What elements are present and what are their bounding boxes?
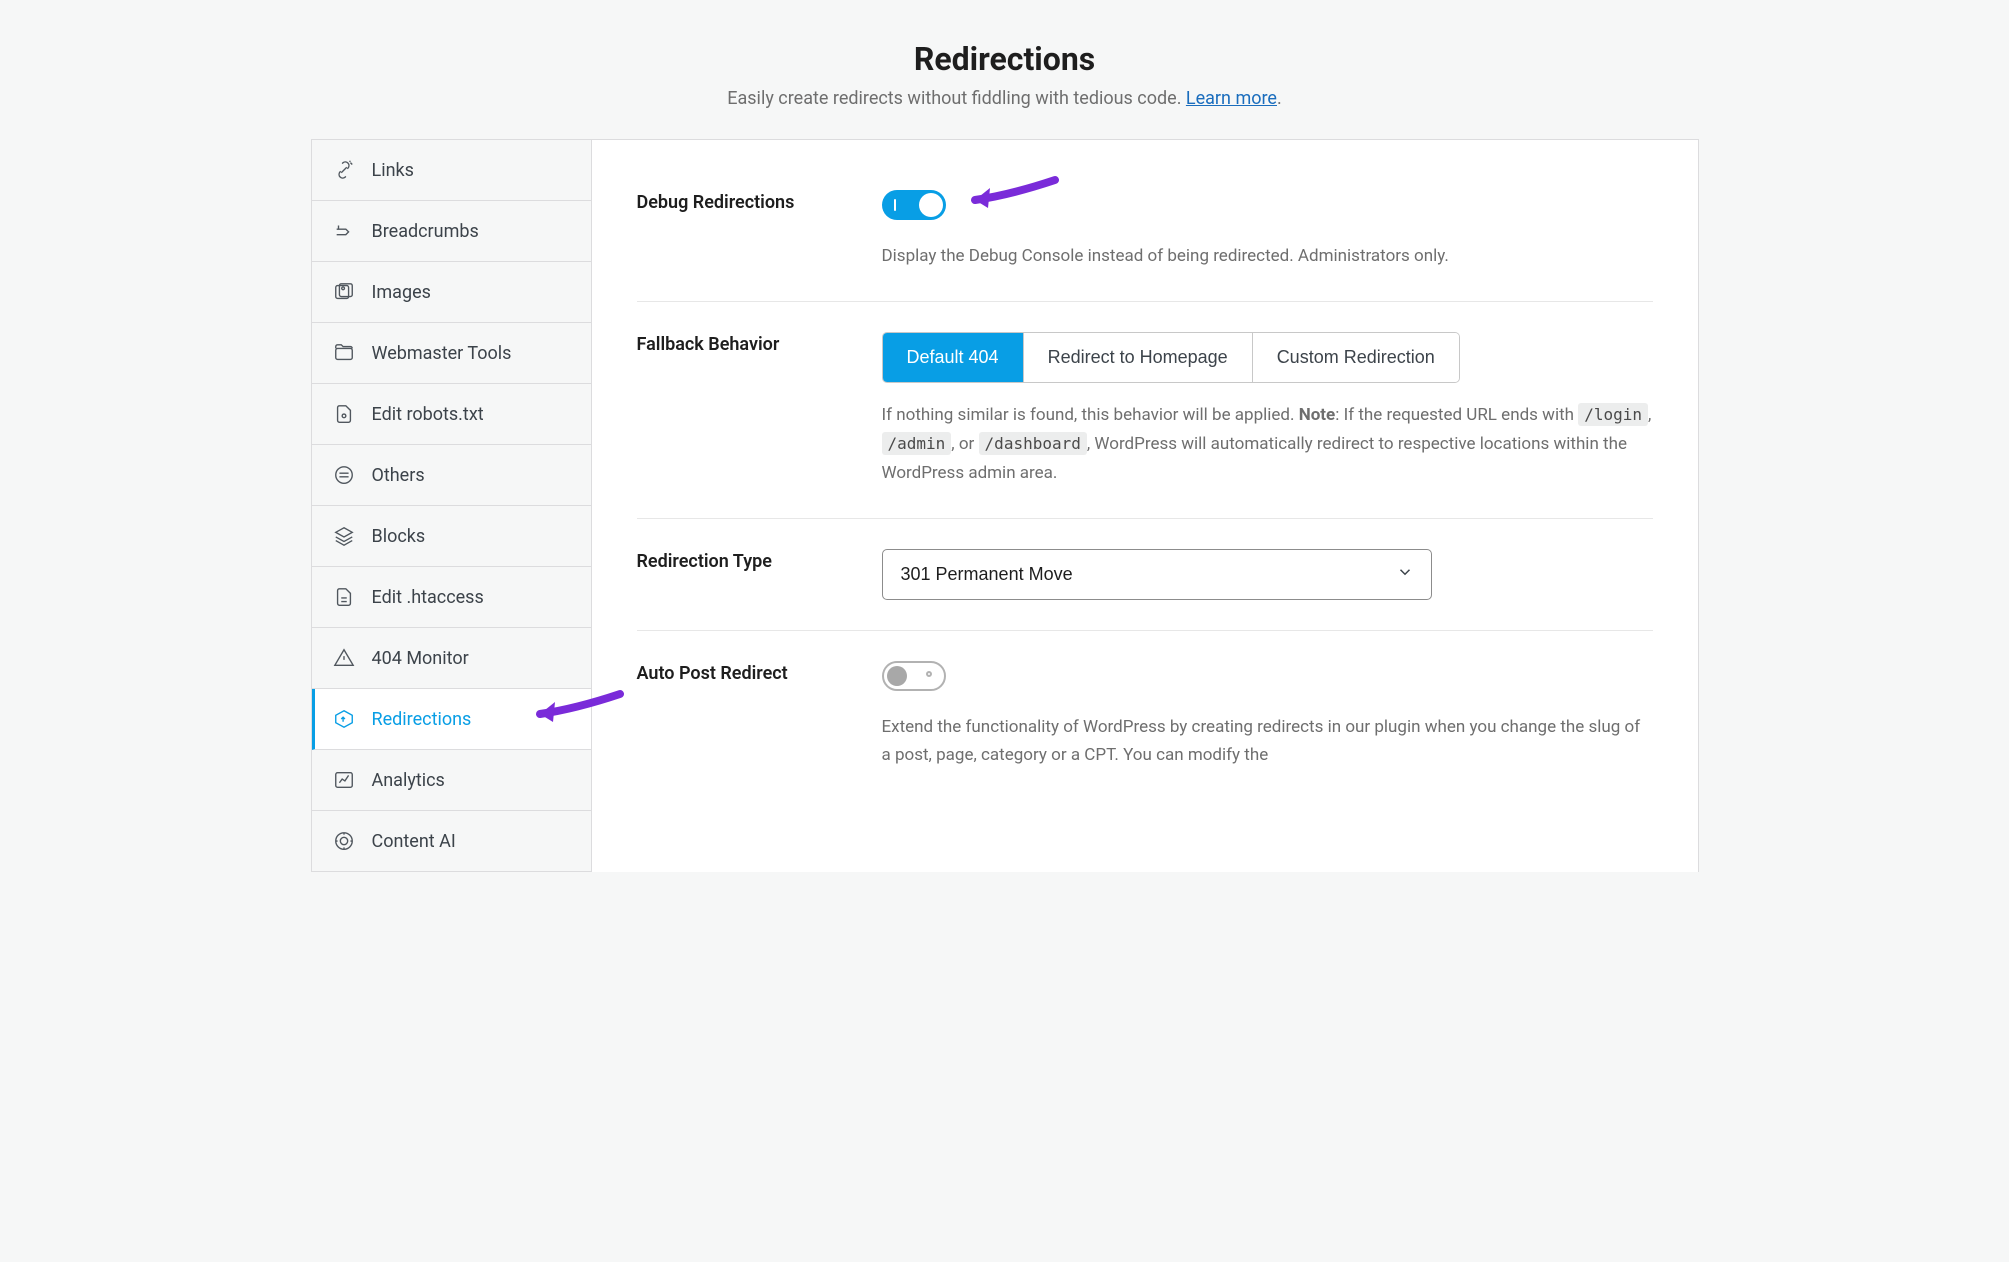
debug-label: Debug Redirections	[637, 190, 882, 271]
sidebar-item-content-ai[interactable]: Content AI	[312, 811, 591, 872]
autopost-label: Auto Post Redirect	[637, 661, 882, 771]
analytics-icon	[332, 768, 356, 792]
redir-type-select-wrap	[882, 549, 1432, 600]
sidebar-item-404-monitor[interactable]: 404 Monitor	[312, 628, 591, 689]
sidebar-item-label: 404 Monitor	[372, 648, 469, 669]
fallback-desc-pre: If nothing similar is found, this behavi…	[882, 405, 1299, 425]
htaccess-icon	[332, 585, 356, 609]
fallback-seg-group: Default 404 Redirect to Homepage Custom …	[882, 332, 1460, 383]
fallback-label: Fallback Behavior	[637, 332, 882, 488]
page-title: Redirections	[331, 40, 1679, 78]
sidebar-item-label: Images	[372, 282, 431, 303]
autopost-toggle[interactable]	[882, 661, 946, 691]
sidebar-item-label: Links	[372, 160, 414, 181]
redir-type-select[interactable]	[882, 549, 1432, 600]
toggle-off-knob	[887, 666, 907, 686]
sidebar-item-label: Others	[372, 465, 425, 486]
autopost-desc: Extend the functionality of WordPress by…	[882, 713, 1653, 771]
robots-icon	[332, 402, 356, 426]
page-header: Redirections Easily create redirects wit…	[311, 0, 1699, 140]
sidebar-item-analytics[interactable]: Analytics	[312, 750, 591, 811]
debug-content: Display the Debug Console instead of bei…	[882, 190, 1653, 271]
sidebar-item-label: Analytics	[372, 770, 445, 791]
sidebar-item-links[interactable]: Links	[312, 140, 591, 201]
fallback-opt-default-404[interactable]: Default 404	[883, 333, 1024, 382]
redir-type-label: Redirection Type	[637, 549, 882, 600]
webmaster-icon	[332, 341, 356, 365]
sidebar-item-label: Edit robots.txt	[372, 404, 484, 425]
sidebar-item-redirections[interactable]: Redirections	[312, 689, 591, 750]
fallback-code-dashboard: /dashboard	[979, 432, 1087, 455]
autopost-content: Extend the functionality of WordPress by…	[882, 661, 1653, 771]
fallback-code-login: /login	[1578, 403, 1648, 426]
sidebar-item-robots[interactable]: Edit robots.txt	[312, 384, 591, 445]
redirections-icon	[332, 707, 356, 731]
sidebar: Links Breadcrumbs Images Webmaster Tools	[312, 140, 592, 872]
sidebar-item-label: Breadcrumbs	[372, 221, 479, 242]
fallback-note-label: Note	[1299, 405, 1336, 425]
fallback-desc: If nothing similar is found, this behavi…	[882, 401, 1653, 488]
monitor-icon	[332, 646, 356, 670]
setting-auto-post-redirect: Auto Post Redirect Extend the functional…	[637, 631, 1653, 801]
sidebar-item-label: Blocks	[372, 526, 426, 547]
sidebar-item-blocks[interactable]: Blocks	[312, 506, 591, 567]
contentai-icon	[332, 829, 356, 853]
sidebar-item-htaccess[interactable]: Edit .htaccess	[312, 567, 591, 628]
learn-more-link[interactable]: Learn more	[1186, 88, 1277, 109]
fallback-opt-custom[interactable]: Custom Redirection	[1253, 333, 1459, 382]
fallback-code-admin: /admin	[882, 432, 952, 455]
images-icon	[332, 280, 356, 304]
toggle-off-indicator	[926, 671, 932, 677]
setting-redirection-type: Redirection Type	[637, 519, 1653, 631]
toggle-on-indicator	[894, 199, 896, 211]
redir-type-content	[882, 549, 1653, 600]
sidebar-item-breadcrumbs[interactable]: Breadcrumbs	[312, 201, 591, 262]
debug-toggle[interactable]	[882, 190, 946, 220]
fallback-sep2: , or	[951, 434, 978, 454]
sidebar-item-webmaster-tools[interactable]: Webmaster Tools	[312, 323, 591, 384]
setting-fallback-behavior: Fallback Behavior Default 404 Redirect t…	[637, 302, 1653, 519]
subtitle-suffix: .	[1277, 88, 1282, 109]
others-icon	[332, 463, 356, 487]
page-container: Redirections Easily create redirects wit…	[311, 0, 1699, 872]
fallback-opt-homepage[interactable]: Redirect to Homepage	[1024, 333, 1253, 382]
breadcrumbs-icon	[332, 219, 356, 243]
fallback-sep1: ,	[1648, 405, 1651, 425]
links-icon	[332, 158, 356, 182]
page-subtitle: Easily create redirects without fiddling…	[331, 88, 1679, 109]
fallback-desc-mid: : If the requested URL ends with	[1335, 405, 1578, 425]
sidebar-item-others[interactable]: Others	[312, 445, 591, 506]
subtitle-text: Easily create redirects without fiddling…	[727, 88, 1186, 109]
setting-debug-redirections: Debug Redirections Display the Debug Con…	[637, 180, 1653, 302]
sidebar-item-label: Content AI	[372, 831, 456, 852]
page-body: Links Breadcrumbs Images Webmaster Tools	[311, 140, 1699, 872]
annotation-arrow-toggle	[960, 170, 1060, 220]
blocks-icon	[332, 524, 356, 548]
toggle-knob	[919, 193, 943, 217]
sidebar-item-label: Redirections	[372, 709, 472, 730]
sidebar-item-label: Edit .htaccess	[372, 587, 484, 608]
sidebar-item-label: Webmaster Tools	[372, 343, 512, 364]
settings-panel: Debug Redirections Display the Debug Con…	[592, 140, 1698, 872]
sidebar-item-images[interactable]: Images	[312, 262, 591, 323]
fallback-content: Default 404 Redirect to Homepage Custom …	[882, 332, 1653, 488]
debug-desc: Display the Debug Console instead of bei…	[882, 242, 1653, 271]
